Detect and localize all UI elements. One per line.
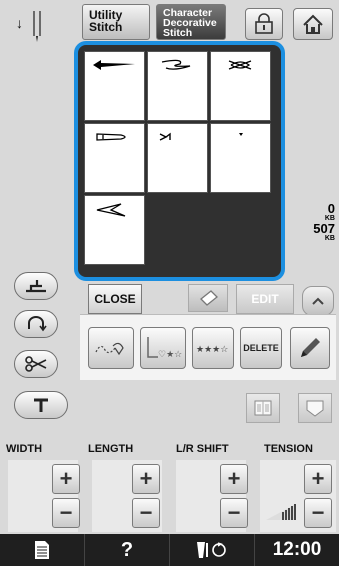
chevron-up-icon	[312, 297, 324, 305]
clock: 12:00	[255, 534, 339, 566]
memory-free-unit: KB	[324, 235, 335, 242]
svg-text:♡★☆: ♡★☆	[158, 349, 182, 359]
close-button[interactable]: CLOSE	[88, 284, 142, 314]
width-control: + −	[8, 460, 80, 532]
lock-icon	[255, 13, 273, 34]
width-plus-button[interactable]: +	[52, 464, 80, 494]
width-label: WIDTH	[6, 443, 43, 455]
edit-button[interactable]: EDIT	[236, 284, 294, 314]
stitch-pattern-4-icon	[96, 133, 126, 141]
thread-cutter-button[interactable]	[14, 350, 58, 378]
plus-label: +	[139, 466, 153, 491]
tool-panel: ♡★☆ ★★★☆ DELETE	[80, 314, 336, 380]
pattern-select-button[interactable]: ♡★☆	[140, 327, 186, 369]
reinforcement-icon	[28, 316, 47, 332]
delete-label: DELETE	[243, 343, 279, 353]
memory-info: 0 KB 507 KB	[313, 201, 335, 243]
minus-label: −	[139, 500, 153, 525]
memory-used-value: 0	[327, 201, 335, 216]
close-label: CLOSE	[94, 292, 136, 306]
status-bar: ? 12:00	[0, 534, 339, 566]
stitch-pattern-5-icon	[159, 132, 171, 141]
retrieve-stitch-icon	[95, 342, 124, 356]
reinforcement-button[interactable]	[14, 310, 58, 338]
pocket-icon	[306, 400, 324, 417]
lr-shift-minus-button[interactable]: −	[220, 498, 248, 528]
pencil-icon	[301, 338, 320, 357]
length-label: LENGTH	[88, 443, 134, 455]
needle-icon	[34, 398, 48, 412]
pattern-select-icon: ♡★☆	[147, 337, 182, 359]
home-icon	[303, 14, 323, 34]
collapse-panel-button[interactable]	[302, 286, 334, 316]
eraser-button[interactable]	[188, 284, 228, 312]
stitch-pattern-7-icon	[96, 203, 126, 217]
plus-label: +	[311, 466, 325, 491]
help-button[interactable]: ?	[85, 534, 170, 566]
eraser-icon	[200, 290, 218, 306]
scissors-icon	[25, 356, 47, 372]
svg-text:★★★☆: ★★★☆	[196, 344, 228, 354]
retrieve-button[interactable]	[88, 327, 134, 369]
stitch-pattern-1-icon	[93, 60, 135, 70]
home-button[interactable]	[293, 8, 333, 40]
minus-label: −	[59, 500, 73, 525]
presser-foot-icon	[26, 280, 46, 293]
clock-time: 12:00	[272, 539, 322, 560]
stitch-cell-4[interactable]	[84, 123, 145, 193]
length-control: + −	[92, 460, 162, 532]
presser-foot-button[interactable]	[14, 272, 58, 300]
tab-character-label: Character Decorative Stitch	[163, 7, 217, 39]
needle-position-icon: ↓	[16, 11, 41, 42]
pocket-button[interactable]	[298, 393, 332, 423]
stars-button[interactable]: ★★★☆	[192, 327, 234, 369]
stitch-cell-6[interactable]	[210, 123, 271, 193]
memory-free-value: 507	[313, 221, 335, 236]
stitch-pattern-2-icon	[161, 59, 191, 70]
plus-label: +	[227, 466, 241, 491]
stitch-cell-1[interactable]	[84, 51, 145, 121]
stitch-memory-grid	[74, 41, 285, 281]
book-icon	[254, 400, 272, 416]
width-minus-button[interactable]: −	[52, 498, 80, 528]
stitch-cell-7[interactable]	[84, 195, 145, 265]
stitch-pattern-3-icon	[228, 60, 252, 70]
tab-character-decorative-stitch[interactable]: Character Decorative Stitch	[156, 4, 226, 40]
minus-label: −	[227, 500, 241, 525]
tension-minus-button[interactable]: −	[304, 498, 332, 528]
tab-utility-stitch[interactable]: Utility Stitch	[82, 4, 150, 40]
stitch-cell-5[interactable]	[147, 123, 208, 193]
tension-label: TENSION	[264, 443, 313, 455]
delete-button[interactable]: DELETE	[240, 327, 282, 369]
edit-label: EDIT	[251, 292, 279, 306]
lock-button[interactable]	[245, 8, 283, 40]
help-icon: ?	[120, 538, 134, 561]
stitch-cell-2[interactable]	[147, 51, 208, 121]
stars-icon: ★★★☆	[196, 344, 228, 354]
minus-label: −	[311, 500, 325, 525]
stitch-pattern-6-icon	[239, 133, 243, 136]
tension-plus-button[interactable]: +	[304, 464, 332, 494]
pencil-button[interactable]	[290, 327, 330, 369]
bobbin-wind-icon	[197, 542, 226, 558]
needle-position-button[interactable]: ↓	[14, 8, 76, 44]
plus-label: +	[59, 466, 73, 491]
tab-utility-label: Utility Stitch	[89, 8, 123, 34]
tension-control: + −	[260, 460, 336, 532]
document-icon	[35, 541, 49, 559]
lr-shift-control: + −	[176, 460, 248, 532]
bobbin-status[interactable]	[170, 534, 255, 566]
length-minus-button[interactable]: −	[132, 498, 160, 528]
tension-level-icon	[266, 504, 296, 520]
lr-shift-label: L/R SHIFT	[176, 443, 229, 455]
needle-stop-button[interactable]	[14, 391, 68, 419]
lr-shift-plus-button[interactable]: +	[220, 464, 248, 494]
stitch-cell-3[interactable]	[210, 51, 271, 121]
document-button[interactable]	[0, 534, 85, 566]
manual-button[interactable]	[246, 393, 280, 423]
svg-text:↓: ↓	[16, 15, 23, 31]
length-plus-button[interactable]: +	[132, 464, 160, 494]
